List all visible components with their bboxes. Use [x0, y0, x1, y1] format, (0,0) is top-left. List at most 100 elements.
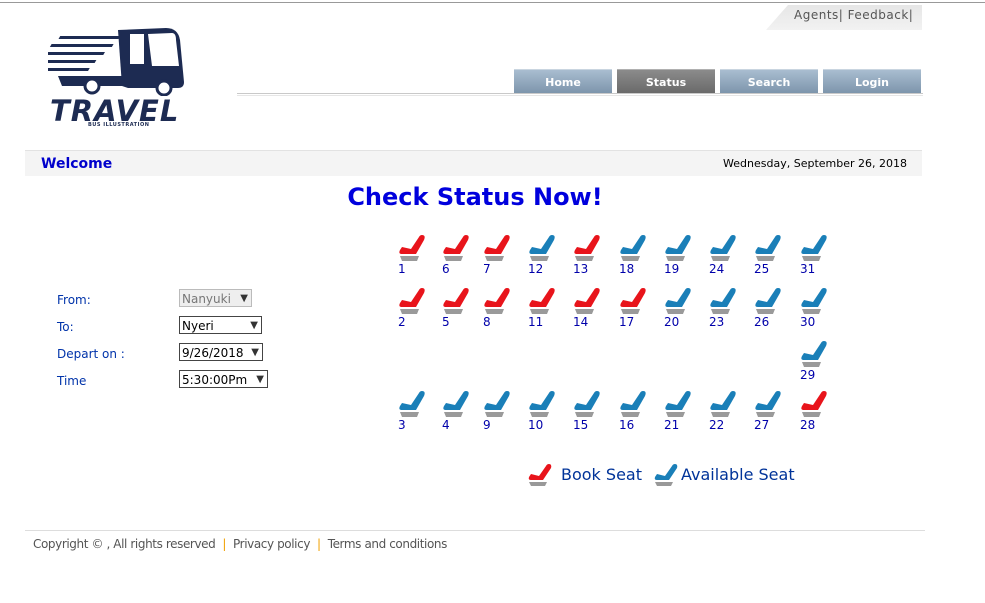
booked-seat-icon: [399, 288, 425, 314]
seat-19[interactable]: 19: [662, 234, 702, 276]
available-seat-icon: [399, 391, 425, 417]
seat-23[interactable]: 23: [707, 287, 747, 329]
depart-value: 9/26/2018: [182, 346, 244, 360]
seat-12[interactable]: 12: [526, 234, 566, 276]
booked-seat-icon: [484, 235, 510, 261]
seat-18[interactable]: 18: [617, 234, 657, 276]
seat-11[interactable]: 11: [526, 287, 566, 329]
seat-26[interactable]: 26: [752, 287, 792, 329]
available-seat-icon: [620, 391, 646, 417]
top-border: [0, 2, 985, 3]
time-select[interactable]: 5:30:00Pm ▼: [179, 370, 268, 388]
available-seat-icon: [801, 341, 827, 367]
seat-number: 7: [483, 262, 491, 276]
seat-24[interactable]: 24: [707, 234, 747, 276]
time-row: Time 5:30:00Pm ▼: [57, 370, 287, 390]
top-links: Agents| Feedback|: [766, 5, 922, 30]
booked-seat-icon: [529, 288, 555, 314]
agents-link[interactable]: Agents: [794, 8, 839, 22]
copyright-text: Copyright © , All rights reserved: [33, 537, 216, 551]
seat-number: 10: [528, 418, 544, 432]
seat-10[interactable]: 10: [526, 390, 566, 432]
seat-17[interactable]: 17: [617, 287, 657, 329]
seat-25[interactable]: 25: [752, 234, 792, 276]
seat-21[interactable]: 21: [662, 390, 702, 432]
seat-number: 6: [442, 262, 450, 276]
privacy-link[interactable]: Privacy policy: [233, 537, 310, 551]
seat-2[interactable]: 2: [396, 287, 436, 329]
seat-6[interactable]: 6: [440, 234, 480, 276]
available-seat-icon: [665, 235, 691, 261]
time-label: Time: [57, 374, 87, 388]
bus-icon: [30, 28, 184, 97]
page-title: Check Status Now!: [347, 183, 603, 211]
seat-16[interactable]: 16: [617, 390, 657, 432]
seat-number: 12: [528, 262, 544, 276]
seat-number: 2: [398, 315, 406, 329]
seat-4[interactable]: 4: [440, 390, 480, 432]
to-select[interactable]: Nyeri ▼: [179, 316, 262, 334]
seat-1[interactable]: 1: [396, 234, 436, 276]
available-seat-icon: [665, 288, 691, 314]
booked-seat-icon: [528, 464, 552, 486]
seat-20[interactable]: 20: [662, 287, 702, 329]
tab-home[interactable]: Home: [514, 69, 612, 93]
welcome-bar: Welcome Wednesday, September 26, 2018: [25, 150, 922, 176]
footer: Copyright © , All rights reserved | Privac…: [33, 537, 447, 551]
available-seat-icon: [755, 235, 781, 261]
seat-22[interactable]: 22: [707, 390, 747, 432]
tab-status[interactable]: Status: [617, 69, 715, 93]
seat-number: 19: [664, 262, 680, 276]
feedback-link[interactable]: Feedback: [848, 8, 909, 22]
tab-search[interactable]: Search: [720, 69, 818, 93]
seat-number: 31: [800, 262, 816, 276]
seat-number: 5: [442, 315, 450, 329]
seat-27[interactable]: 27: [752, 390, 792, 432]
seat-15[interactable]: 15: [571, 390, 611, 432]
from-select[interactable]: Nanyuki ▼: [179, 289, 252, 307]
seat-14[interactable]: 14: [571, 287, 611, 329]
seat-9[interactable]: 9: [481, 390, 521, 432]
seat-number: 30: [800, 315, 816, 329]
depart-select[interactable]: 9/26/2018 ▼: [179, 343, 263, 361]
seat-number: 24: [709, 262, 725, 276]
seat-number: 14: [573, 315, 589, 329]
booked-seat-icon: [620, 288, 646, 314]
legend-booked-label: Book Seat: [561, 465, 642, 484]
available-seat-icon: [665, 391, 691, 417]
seat-number: 8: [483, 315, 491, 329]
seat-number: 13: [573, 262, 589, 276]
seat-29[interactable]: 29: [798, 340, 838, 382]
booked-seat-icon: [443, 235, 469, 261]
seat-number: 27: [754, 418, 770, 432]
seat-number: 16: [619, 418, 635, 432]
seat-number: 21: [664, 418, 680, 432]
seat-number: 23: [709, 315, 725, 329]
seat-number: 15: [573, 418, 589, 432]
seat-28[interactable]: 28: [798, 390, 838, 432]
seat-3[interactable]: 3: [396, 390, 436, 432]
terms-link[interactable]: Terms and conditions: [328, 537, 448, 551]
seat-number: 26: [754, 315, 770, 329]
time-value: 5:30:00Pm: [182, 373, 248, 387]
available-seat-icon: [654, 464, 678, 486]
seat-number: 17: [619, 315, 635, 329]
seat-8[interactable]: 8: [481, 287, 521, 329]
available-seat-icon: [574, 391, 600, 417]
seat-13[interactable]: 13: [571, 234, 611, 276]
available-seat-icon: [529, 235, 555, 261]
seat-30[interactable]: 30: [798, 287, 838, 329]
seat-31[interactable]: 31: [798, 234, 838, 276]
tab-login[interactable]: Login: [823, 69, 921, 93]
to-value: Nyeri: [182, 319, 214, 333]
chevron-down-icon: ▼: [251, 347, 259, 358]
available-seat-icon: [620, 235, 646, 261]
travel-logo[interactable]: TRAVEL BUS ILLUSTRATION: [30, 26, 208, 130]
nav-divider-shadow: [237, 95, 923, 96]
available-seat-icon: [529, 391, 555, 417]
available-seat-icon: [710, 391, 736, 417]
seat-7[interactable]: 7: [481, 234, 521, 276]
seat-number: 18: [619, 262, 635, 276]
seat-number: 25: [754, 262, 770, 276]
seat-5[interactable]: 5: [440, 287, 480, 329]
